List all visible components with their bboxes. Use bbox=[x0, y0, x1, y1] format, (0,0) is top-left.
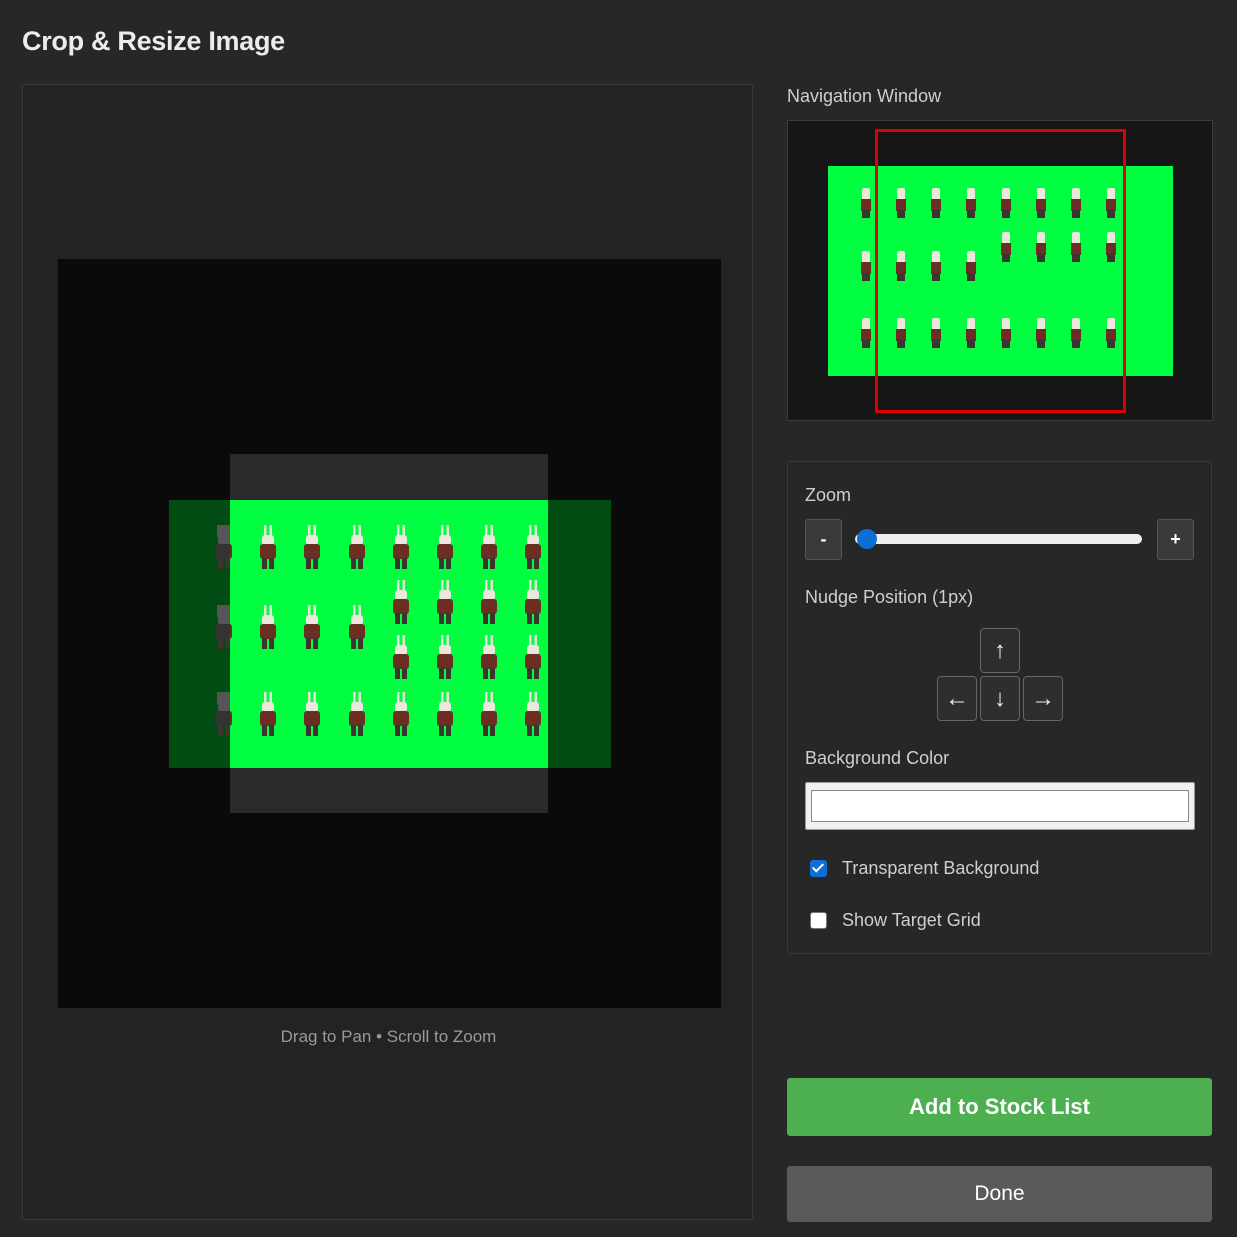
sprite-figure bbox=[347, 605, 367, 649]
canvas-hint: Drag to Pan • Scroll to Zoom bbox=[280, 1027, 497, 1046]
sprite-figure bbox=[347, 692, 367, 736]
sprite-figure bbox=[258, 525, 278, 569]
sprite-figure bbox=[523, 692, 543, 736]
sprite-figure bbox=[479, 580, 499, 624]
controls-panel: Zoom - + Nudge Position (1px) ↑ ← ↓ → Ba… bbox=[787, 461, 1212, 954]
sprite-thumbnail-figure bbox=[860, 251, 872, 281]
zoom-out-button[interactable]: - bbox=[805, 519, 842, 560]
sprite-figure bbox=[258, 605, 278, 649]
sprite-figure bbox=[391, 525, 411, 569]
sprite-figure bbox=[391, 635, 411, 679]
zoom-slider-thumb[interactable] bbox=[857, 529, 877, 549]
sprite-figure bbox=[479, 692, 499, 736]
navigation-window[interactable] bbox=[787, 120, 1213, 421]
navigation-viewport-rect[interactable] bbox=[875, 129, 1126, 413]
zoom-slider[interactable] bbox=[855, 534, 1142, 544]
sprite-figure bbox=[435, 580, 455, 624]
sprite-figure bbox=[230, 605, 234, 649]
done-button[interactable]: Done bbox=[787, 1166, 1212, 1222]
transparent-background-checkbox[interactable] bbox=[810, 860, 827, 877]
dialog-title: Crop & Resize Image bbox=[22, 26, 285, 56]
sprite-figure bbox=[523, 635, 543, 679]
transparent-background-label[interactable]: Transparent Background bbox=[842, 858, 1039, 879]
sprite-figure bbox=[479, 525, 499, 569]
show-target-grid-checkbox[interactable] bbox=[810, 912, 827, 929]
sprite-thumbnail-figure bbox=[860, 318, 872, 348]
add-to-stock-list-button[interactable]: Add to Stock List bbox=[787, 1078, 1212, 1136]
nudge-left-button[interactable]: ← bbox=[937, 676, 977, 721]
sprite-figure bbox=[435, 635, 455, 679]
nudge-right-button[interactable]: → bbox=[1023, 676, 1063, 721]
navigation-window-label: Navigation Window bbox=[787, 86, 942, 106]
sprite-figure bbox=[230, 525, 234, 569]
sprite-figure bbox=[435, 692, 455, 736]
crop-canvas-panel[interactable]: Drag to Pan • Scroll to Zoom bbox=[22, 84, 753, 1220]
sprite-figure bbox=[435, 525, 455, 569]
sprite-figure bbox=[230, 692, 234, 736]
sprite-figure bbox=[302, 525, 322, 569]
nudge-up-button[interactable]: ↑ bbox=[980, 628, 1020, 673]
sprite-figure bbox=[302, 692, 322, 736]
sprite-figure bbox=[258, 692, 278, 736]
nudge-down-button[interactable]: ↓ bbox=[980, 676, 1020, 721]
background-color-picker[interactable] bbox=[805, 782, 1195, 830]
sprite-figure bbox=[523, 580, 543, 624]
sprite-figure bbox=[391, 580, 411, 624]
sprite-figure bbox=[523, 525, 543, 569]
sprite-figure bbox=[347, 525, 367, 569]
background-color-swatch[interactable] bbox=[811, 790, 1189, 822]
crop-viewport[interactable] bbox=[58, 259, 721, 1008]
sprite-thumbnail-figure bbox=[860, 188, 872, 218]
sprite-figure bbox=[302, 605, 322, 649]
background-color-label: Background Color bbox=[805, 748, 950, 768]
show-target-grid-label[interactable]: Show Target Grid bbox=[842, 910, 981, 931]
zoom-label: Zoom bbox=[805, 485, 852, 505]
sprite-figure bbox=[479, 635, 499, 679]
sprite-figure bbox=[391, 692, 411, 736]
zoom-in-button[interactable]: + bbox=[1157, 519, 1194, 560]
nudge-label: Nudge Position (1px) bbox=[805, 587, 974, 607]
sprite-sheet-visible-area[interactable] bbox=[230, 500, 548, 768]
